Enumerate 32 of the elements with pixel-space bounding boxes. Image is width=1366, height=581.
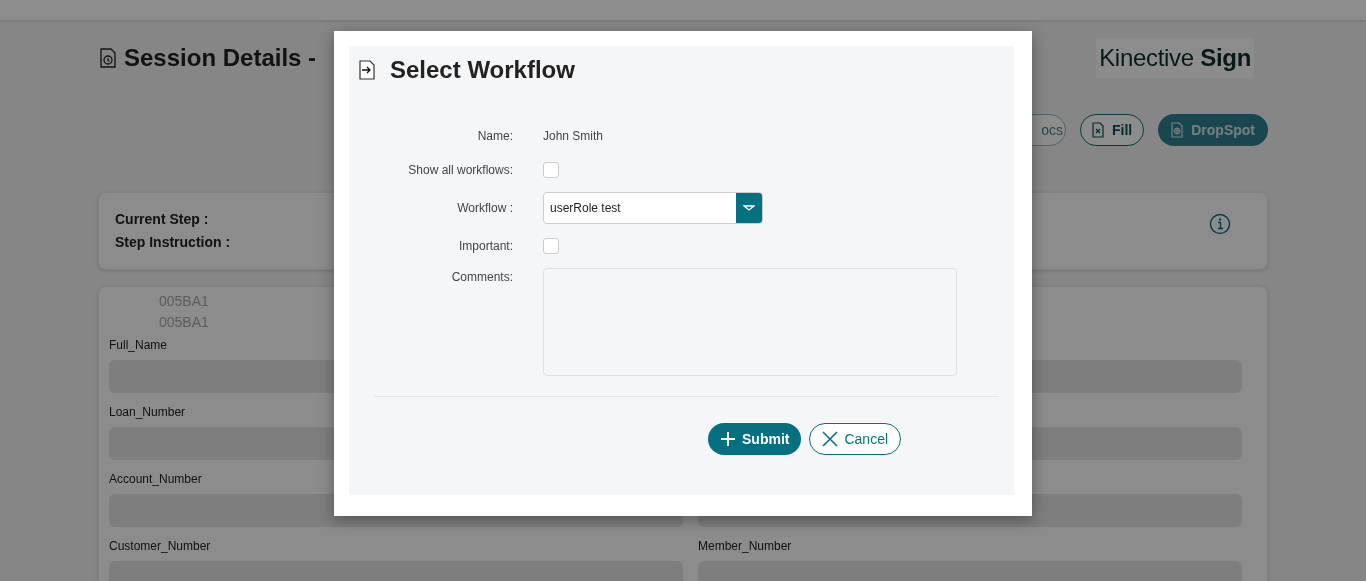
workflow-dropdown[interactable]: userRole test xyxy=(543,192,763,224)
name-value: John Smith xyxy=(543,129,604,143)
info-icon xyxy=(1209,213,1231,235)
modal-title: Select Workflow xyxy=(390,56,575,84)
document-history-icon xyxy=(100,48,116,68)
document-target-icon xyxy=(1171,122,1184,138)
cancel-button[interactable]: Cancel xyxy=(809,423,902,455)
field-label: Name: xyxy=(476,129,513,143)
field-label: Account_Number xyxy=(109,472,203,486)
document-arrow-icon xyxy=(359,60,375,80)
step-label: Current Step : xyxy=(115,211,210,227)
field-label: Member_Number xyxy=(698,539,793,553)
field-label: Comments: xyxy=(450,269,513,284)
field-label: Important: xyxy=(457,239,513,253)
comments-field[interactable] xyxy=(543,268,957,376)
caret-icon xyxy=(743,204,755,212)
field-label: Workflow : xyxy=(456,201,513,215)
step-label: Step Instruction : xyxy=(115,234,231,250)
field-label: Full_Name xyxy=(109,338,169,352)
close-icon xyxy=(822,431,839,447)
page-title: Session Details - xyxy=(124,44,317,72)
logo: Kinective Sign xyxy=(1096,38,1254,78)
submit-button[interactable]: Submit xyxy=(708,423,802,455)
document-x-icon xyxy=(1092,122,1104,138)
field-label: Customer_Number xyxy=(109,539,212,553)
field-label: Loan_Number xyxy=(109,405,187,419)
dropdown-value: userRole test xyxy=(549,201,621,215)
field-label: Show all workflows: xyxy=(407,163,513,177)
plus-icon xyxy=(720,431,736,447)
checkbox[interactable] xyxy=(543,238,559,254)
checkbox[interactable] xyxy=(543,162,559,178)
action-button[interactable]: Fill xyxy=(1080,114,1145,146)
